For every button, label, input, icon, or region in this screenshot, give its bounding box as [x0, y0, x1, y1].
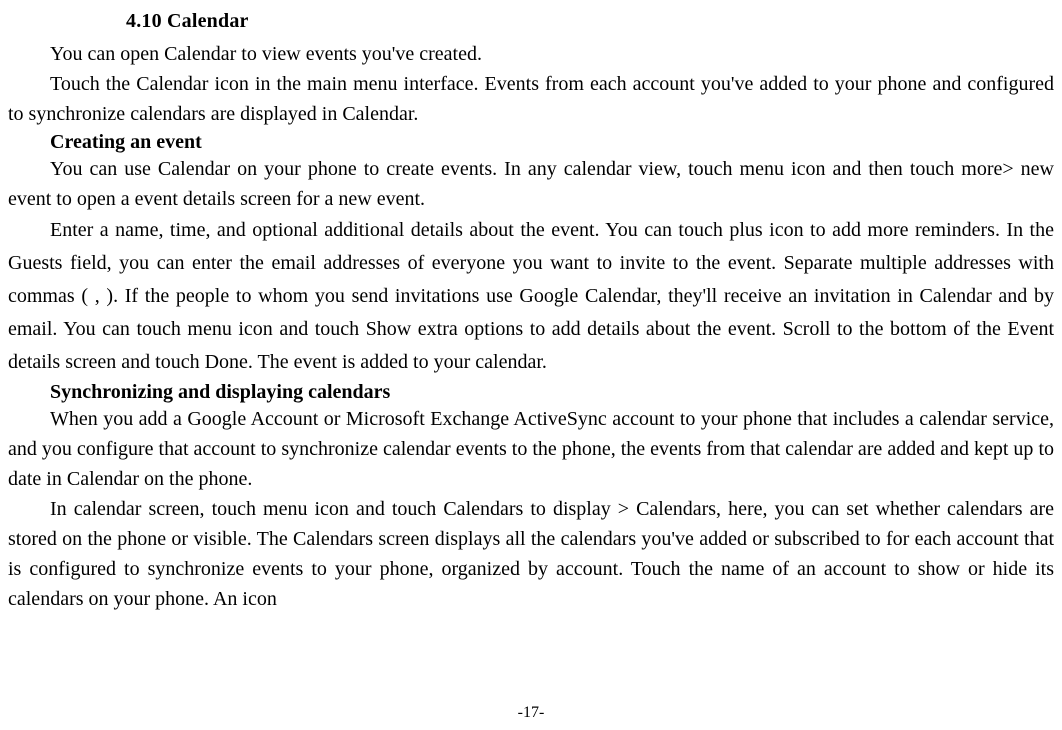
body-paragraph: Enter a name, time, and optional additio…: [8, 214, 1054, 379]
page-number: -17-: [0, 704, 1062, 722]
body-paragraph: When you add a Google Account or Microso…: [8, 404, 1054, 494]
body-paragraph: You can open Calendar to view events you…: [8, 39, 1054, 69]
body-paragraph: Touch the Calendar icon in the main menu…: [8, 69, 1054, 129]
subsection-heading-synchronizing: Synchronizing and displaying calendars: [50, 381, 1054, 404]
section-heading: 4.10 Calendar: [126, 10, 1054, 33]
body-paragraph: You can use Calendar on your phone to cr…: [8, 154, 1054, 214]
body-paragraph: In calendar screen, touch menu icon and …: [8, 494, 1054, 614]
subsection-heading-creating-event: Creating an event: [50, 131, 1054, 154]
